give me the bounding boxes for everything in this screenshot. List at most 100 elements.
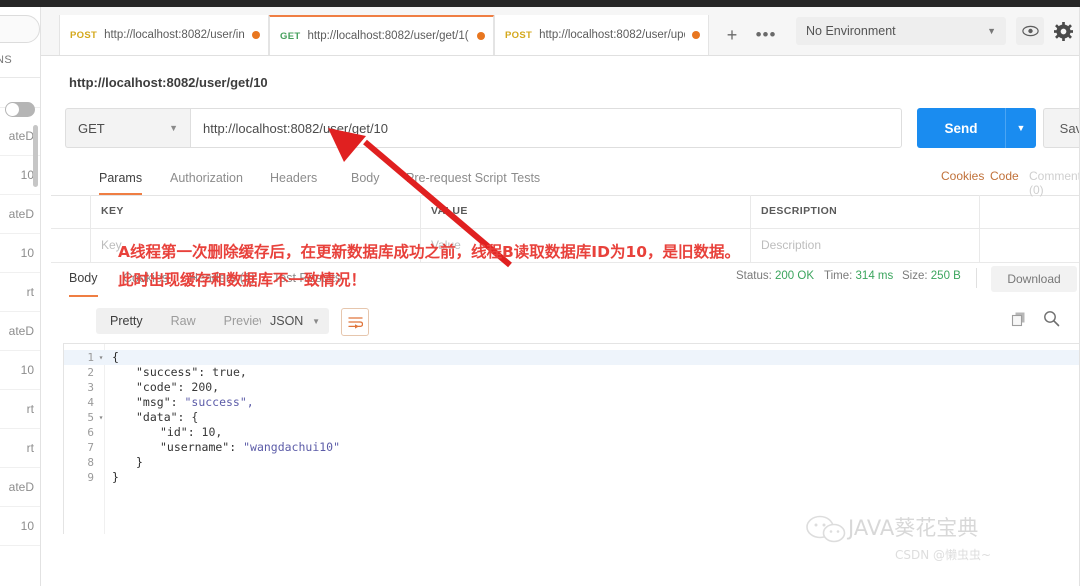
response-format-value: JSON (270, 314, 304, 328)
line-number: 3 (87, 381, 94, 394)
http-method-select[interactable]: GET ▼ (65, 108, 190, 148)
fold-toggle-icon[interactable]: ▾ (97, 410, 105, 425)
response-format-select[interactable]: JSON ▼ (261, 308, 329, 334)
sidebar-scrollbar[interactable] (33, 125, 38, 187)
request-tab-bar: POST http://localhost:8082/user/inser GE… (41, 7, 1080, 56)
watermark-title: JAVA葵花宝典 (848, 516, 979, 540)
view-mode-pretty[interactable]: Pretty (96, 308, 157, 334)
line-number: 1 (87, 351, 94, 364)
table-header-row: KEY VALUE DESCRIPTION ••• Bulk Edit (51, 195, 1080, 229)
url-bar: GET ▼ http://localhost:8082/user/get/10 … (65, 108, 1080, 148)
request-tab-2-method: POST (505, 29, 533, 41)
tab-headers[interactable]: Headers (270, 164, 317, 195)
url-input-value: http://localhost:8082/user/get/10 (203, 120, 389, 136)
sidebar-search-input[interactable] (0, 15, 40, 43)
unsaved-dot-icon (252, 31, 260, 39)
request-tab-1[interactable]: GET http://localhost:8082/user/get/1( (269, 15, 494, 55)
status-label: Status: (736, 270, 772, 282)
send-button[interactable]: Send (917, 108, 1005, 148)
sidebar-tab-label: NS (0, 54, 13, 66)
response-tab-body[interactable]: Body (69, 265, 98, 297)
list-item[interactable]: 10 (0, 351, 40, 390)
page-title: http://localhost:8082/user/get/10 (69, 75, 268, 90)
response-body-viewer[interactable]: 1 ▾{2 "success": true, 3 "code": 200, 4 "msg":… (63, 343, 1080, 534)
request-tab-0[interactable]: POST http://localhost:8082/user/inser (59, 15, 269, 55)
ellipsis-icon: ••• (755, 25, 777, 44)
list-item-label: rt (26, 285, 34, 299)
download-button[interactable]: Download (991, 266, 1077, 292)
wrap-lines-button[interactable] (341, 308, 369, 336)
value-input[interactable]: Value (421, 229, 751, 262)
tab-options-button[interactable]: ••• (751, 15, 781, 55)
column-header-description: DESCRIPTION (751, 195, 980, 228)
list-item[interactable]: 10 (0, 234, 40, 273)
sidebar-save-responses-toggle[interactable] (5, 102, 35, 117)
tab-params[interactable]: Params (99, 164, 143, 195)
code-line: 8} (64, 455, 1080, 470)
code-line: 1 ▾ { (64, 350, 1080, 365)
tab-body[interactable]: Body (351, 164, 380, 195)
sidebar: NS e ateD 10 ateD 10 rt ateD 10 rt rt at… (0, 7, 41, 586)
copy-button[interactable] (1011, 311, 1027, 332)
row-tools-cell (980, 229, 1080, 262)
size-label: Size: (902, 270, 928, 282)
chevron-down-icon: ▼ (312, 316, 320, 326)
comments-link[interactable]: Comments (0) (1029, 169, 1080, 197)
watermark: JAVA葵花宝典 CSDN @懒虫虫~ (800, 512, 1070, 578)
view-mode-raw[interactable]: Raw (157, 308, 210, 334)
column-header-key: KEY (91, 195, 421, 228)
code-text: "success": true, (136, 365, 247, 379)
list-item-label: ateD (8, 480, 34, 494)
code-text: "id": 10, (160, 425, 223, 439)
row-checkbox[interactable] (51, 229, 91, 262)
tab-authorization[interactable]: Authorization (170, 164, 243, 195)
code-line: 7 "username": "wangdachui10" (64, 440, 1080, 455)
table-row[interactable]: Key Value Description (51, 229, 1080, 263)
list-item[interactable]: ateD (0, 312, 40, 351)
tab-pre-request-script[interactable]: Pre-request Script (406, 164, 507, 195)
plus-icon: + (726, 24, 738, 45)
response-tab-headers[interactable]: Headers (6) (189, 265, 255, 295)
window-title-bar (0, 0, 1080, 7)
environment-selector[interactable]: No Environment ▼ (796, 17, 1006, 45)
code-line: 4 "msg": "success", (64, 395, 1080, 410)
environment-quick-look-button[interactable] (1016, 17, 1044, 45)
send-options-button[interactable]: ▼ (1005, 108, 1036, 148)
code-line: 9} (64, 470, 1080, 485)
list-item[interactable]: rt (0, 390, 40, 429)
main-area: POST http://localhost:8082/user/inser GE… (41, 7, 1080, 586)
list-item[interactable]: 10 (0, 507, 40, 546)
save-button-label: Save (1059, 120, 1080, 136)
list-item[interactable]: ateD (0, 468, 40, 507)
line-number: 7 (87, 441, 94, 454)
environment-label: No Environment (806, 24, 896, 38)
response-tab-test-results[interactable]: Test Results (273, 265, 341, 295)
cookies-link[interactable]: Cookies (941, 169, 984, 183)
settings-button[interactable] (1049, 17, 1077, 45)
code-link[interactable]: Code (990, 169, 1019, 183)
response-tab-cookies[interactable]: Cookies (123, 265, 168, 295)
list-item-label: rt (26, 441, 34, 455)
request-tab-2[interactable]: POST http://localhost:8082/user/upda (494, 15, 709, 55)
new-tab-button[interactable]: + (717, 15, 747, 55)
tab-tests[interactable]: Tests (511, 164, 540, 195)
description-input[interactable]: Description (751, 229, 980, 262)
unsaved-dot-icon (692, 31, 700, 39)
fold-toggle-icon[interactable]: ▾ (97, 350, 105, 365)
list-item[interactable]: rt (0, 429, 40, 468)
url-input[interactable]: http://localhost:8082/user/get/10 (190, 108, 902, 148)
request-config-tabs: Params Authorization Headers Body Pre-re… (51, 164, 1080, 197)
wrap-lines-icon (347, 316, 363, 329)
line-number: 8 (87, 456, 94, 469)
list-item[interactable]: rt (0, 273, 40, 312)
line-number: 9 (87, 471, 94, 484)
line-number: 4 (87, 396, 94, 409)
search-response-button[interactable] (1043, 310, 1060, 332)
request-tab-2-url: http://localhost:8082/user/upda (539, 29, 685, 41)
key-input[interactable]: Key (91, 229, 421, 262)
list-item[interactable]: ateD (0, 195, 40, 234)
status-badge: Status: 200 OK (736, 270, 814, 282)
save-button[interactable]: Save (1043, 108, 1080, 148)
request-tab-0-url: http://localhost:8082/user/inser (104, 29, 245, 41)
list-item-label: 10 (20, 168, 34, 182)
